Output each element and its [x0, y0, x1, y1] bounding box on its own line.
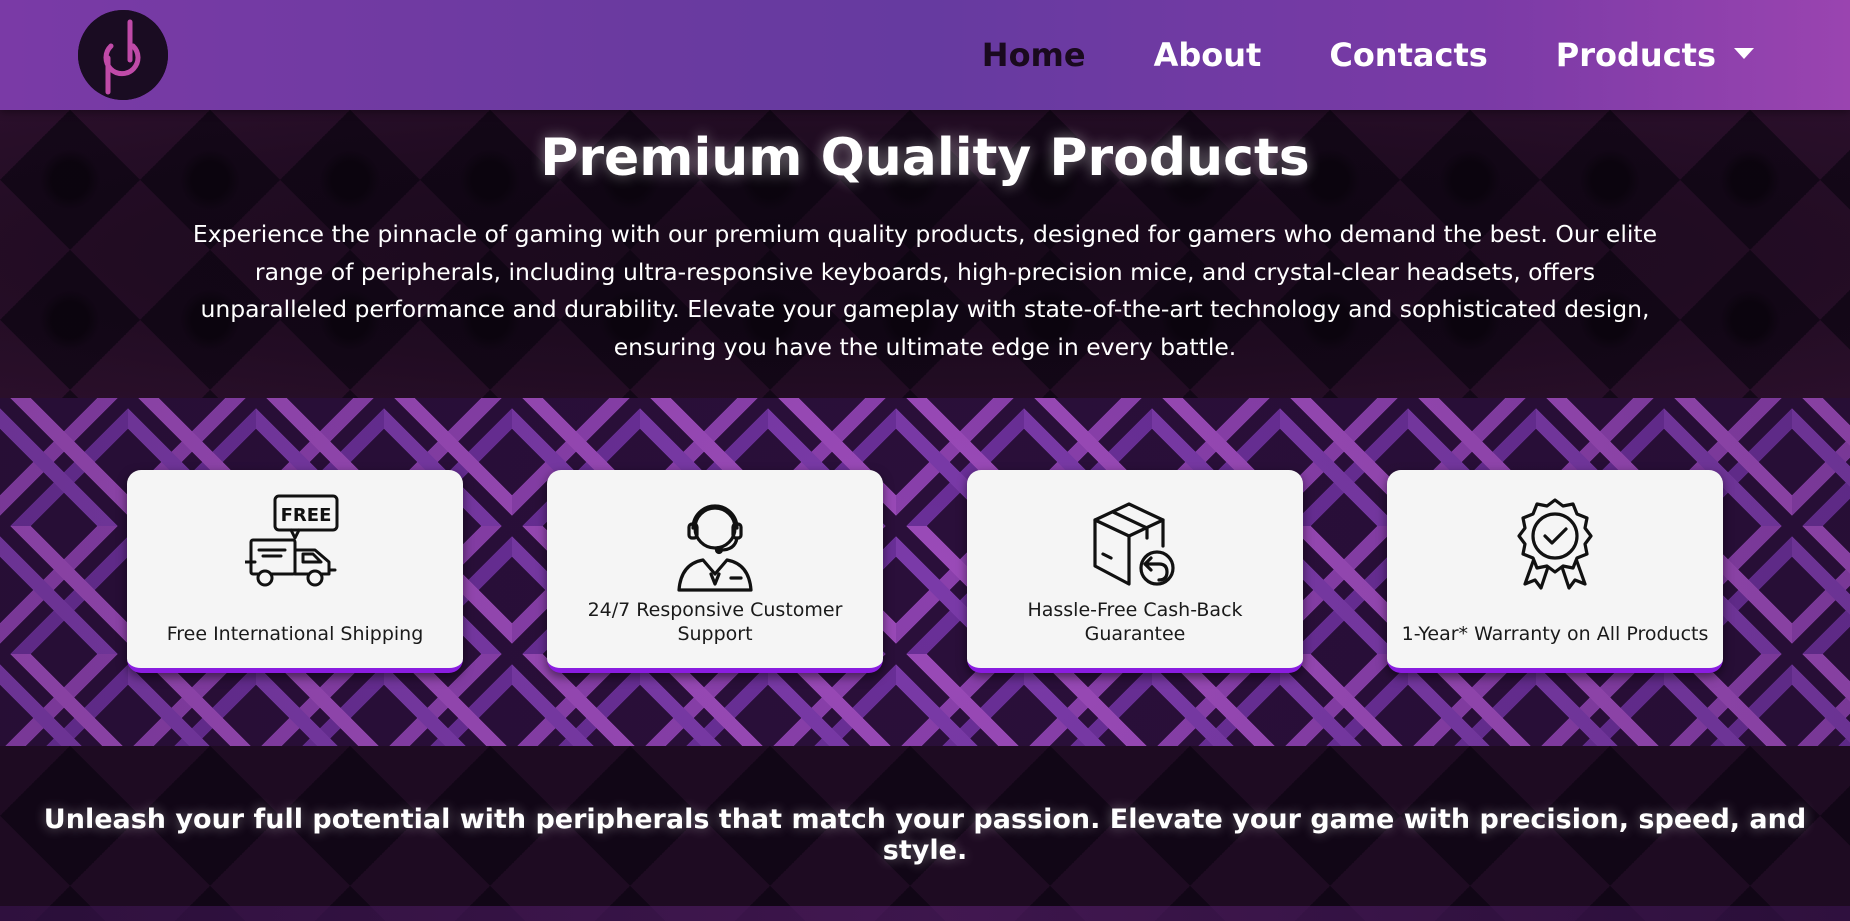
customer-support-headset-icon — [665, 494, 765, 594]
nav-link-about[interactable]: About — [1154, 36, 1262, 74]
main-nav: Home About Contacts Products — [982, 0, 1754, 110]
page-title: Premium Quality Products — [540, 128, 1310, 188]
feature-label: Free International Shipping — [166, 623, 424, 645]
svg-text:FREE: FREE — [281, 505, 332, 526]
power-pd-logo-icon — [78, 10, 168, 100]
feature-card-support[interactable]: 24/7 Responsive Customer Support — [547, 470, 883, 673]
feature-label: 1-Year* Warranty on All Products — [1401, 623, 1709, 645]
site-logo[interactable] — [78, 10, 168, 100]
nav-link-products-label: Products — [1555, 36, 1716, 74]
caret-down-icon — [1734, 47, 1754, 59]
box-return-icon — [1085, 494, 1185, 594]
nav-link-products[interactable]: Products — [1556, 36, 1754, 74]
tagline: Unleash your full potential with periphe… — [43, 804, 1807, 866]
feature-label: 24/7 Responsive Customer Support — [587, 599, 843, 645]
navbar: Home About Contacts Products — [0, 0, 1850, 110]
hero-description: Experience the pinnacle of gaming with o… — [192, 220, 1658, 361]
feature-card-cashback[interactable]: Hassle-Free Cash-Back Guarantee — [967, 470, 1303, 673]
nav-link-home[interactable]: Home — [982, 36, 1086, 74]
feature-card-shipping[interactable]: FREE Free International Shipping — [127, 470, 463, 673]
features-row: FREE Free International Shipping 24/7 Re… — [127, 470, 1723, 675]
free-shipping-truck-icon: FREE — [243, 494, 345, 594]
nav-link-contacts[interactable]: Contacts — [1329, 36, 1487, 74]
section-divider — [0, 906, 1850, 921]
feature-card-warranty[interactable]: 1-Year* Warranty on All Products — [1387, 470, 1723, 673]
warranty-badge-icon — [1505, 494, 1605, 594]
feature-label: Hassle-Free Cash-Back Guarantee — [1027, 599, 1243, 645]
